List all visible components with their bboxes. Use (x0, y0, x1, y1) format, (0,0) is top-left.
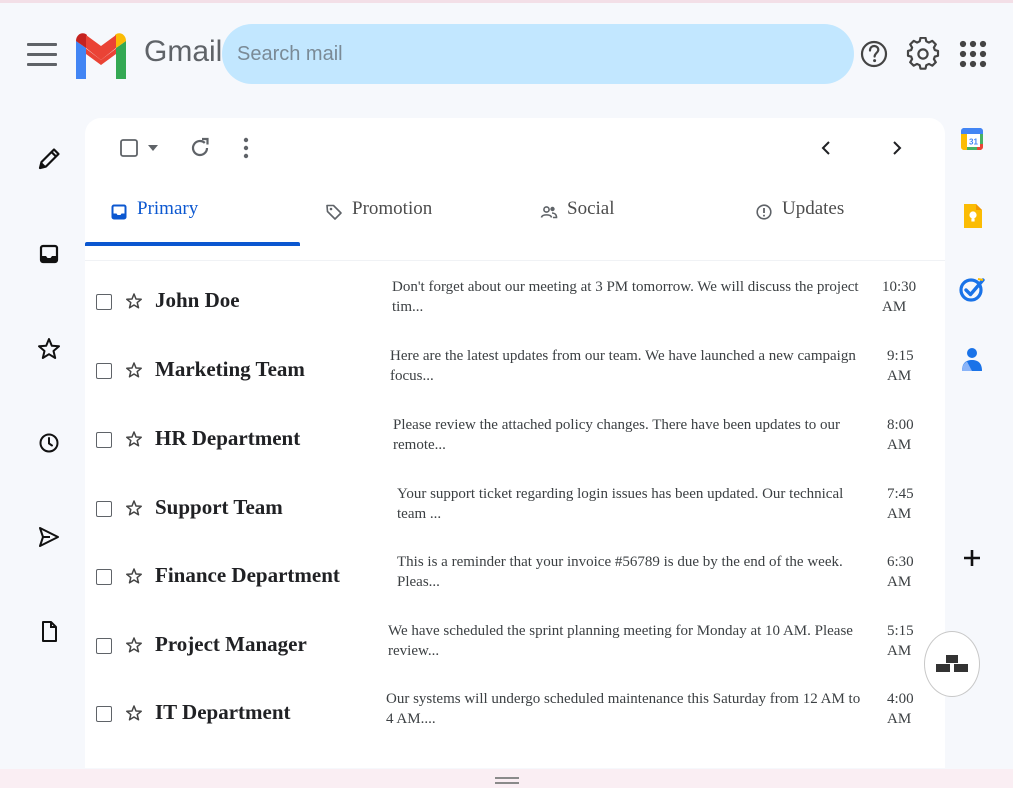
email-time: 9:15 AM (887, 348, 914, 384)
bottom-bar (0, 769, 1013, 788)
email-sender: IT Department (155, 700, 291, 724)
row-checkbox[interactable] (96, 706, 112, 722)
tab-label: Primary (137, 198, 199, 219)
email-snippet: This is a reminder that your invoice #56… (397, 554, 843, 590)
drag-handle-icon[interactable] (495, 777, 519, 787)
tab-label: Social (567, 198, 615, 219)
contacts-icon[interactable] (958, 345, 986, 373)
email-time: 7:45 AM (887, 486, 914, 522)
star-icon[interactable] (125, 361, 143, 379)
row-checkbox[interactable] (96, 501, 112, 517)
keep-icon[interactable] (958, 202, 986, 230)
email-snippet: Our systems will undergo scheduled maint… (386, 691, 861, 727)
email-snippet: Please review the attached policy change… (393, 417, 841, 453)
star-icon[interactable] (125, 704, 143, 722)
email-sender: Marketing Team (155, 357, 305, 381)
email-row[interactable]: Finance Department This is a reminder th… (85, 538, 945, 606)
email-sender: Project Manager (155, 632, 307, 656)
gmail-window: Gmail Search mail Primary Promotion Soci… (0, 0, 1013, 788)
tab-label: Updates (782, 198, 845, 219)
row-checkbox[interactable] (96, 432, 112, 448)
calendar-day: 31 (969, 138, 978, 147)
tasks-icon[interactable] (958, 275, 986, 303)
help-icon[interactable] (857, 37, 891, 71)
calendar-icon[interactable]: 31 (958, 125, 986, 153)
tabs-divider (85, 260, 945, 261)
people-icon (540, 206, 558, 219)
dropdown-caret-icon[interactable] (145, 140, 161, 156)
tag-icon (326, 204, 342, 220)
inbox-icon[interactable] (36, 241, 62, 267)
email-snippet: We have scheduled the sprint planning me… (388, 623, 853, 659)
row-checkbox[interactable] (96, 569, 112, 585)
email-row[interactable]: Support Team Your support ticket regardi… (85, 470, 945, 538)
email-snippet: Your support ticket regarding login issu… (397, 486, 844, 522)
chevron-right-icon[interactable] (889, 139, 905, 157)
menu-icon[interactable] (27, 43, 57, 67)
send-icon[interactable] (36, 524, 62, 550)
email-time: 4:00 AM (887, 691, 914, 727)
star-icon[interactable] (125, 499, 143, 517)
star-icon[interactable] (36, 336, 62, 362)
stairs-logo-icon (936, 655, 968, 672)
gear-icon[interactable] (906, 37, 940, 71)
star-icon[interactable] (125, 636, 143, 654)
clock-icon[interactable] (36, 430, 62, 456)
email-time: 10:30 AM (882, 279, 917, 315)
app-name: Gmail (144, 35, 223, 68)
email-snippet: Don't forget about our meeting at 3 PM t… (392, 279, 859, 315)
email-row[interactable]: HR Department Please review the attached… (85, 401, 945, 469)
row-checkbox[interactable] (96, 294, 112, 310)
active-tab-indicator (85, 242, 300, 246)
email-sender: Support Team (155, 495, 283, 519)
draft-icon[interactable] (36, 619, 62, 645)
email-row[interactable]: John Doe Don't forget about our meeting … (85, 263, 945, 331)
star-icon[interactable] (125, 292, 143, 310)
row-checkbox[interactable] (96, 638, 112, 654)
email-time: 6:30 AM (887, 554, 914, 590)
inbox-panel: Primary Promotion Social Updates John Do… (85, 118, 945, 768)
email-row[interactable]: IT Department Our systems will undergo s… (85, 675, 945, 743)
email-sender: Finance Department (155, 563, 340, 587)
refresh-icon[interactable] (188, 136, 212, 160)
email-snippet: Here are the latest updates from our tea… (390, 348, 856, 384)
star-icon[interactable] (125, 430, 143, 448)
search-input[interactable] (222, 24, 854, 84)
add-icon[interactable] (958, 544, 986, 572)
floating-action-button[interactable] (924, 631, 980, 697)
tab-label: Promotion (352, 198, 433, 219)
email-row[interactable]: Marketing Team Here are the latest updat… (85, 332, 945, 400)
gmail-logo[interactable] (72, 29, 130, 81)
row-checkbox[interactable] (96, 363, 112, 379)
more-vert-icon[interactable] (237, 136, 255, 160)
email-sender: John Doe (155, 288, 240, 312)
star-icon[interactable] (125, 567, 143, 585)
inbox-icon (111, 204, 127, 220)
info-icon (756, 204, 772, 220)
select-checkbox-icon[interactable] (119, 138, 139, 158)
chevron-left-icon[interactable] (818, 139, 834, 157)
email-time: 8:00 AM (887, 417, 914, 453)
email-sender: HR Department (155, 426, 301, 450)
email-row[interactable]: Project Manager We have scheduled the sp… (85, 607, 945, 675)
compose-pencil-icon[interactable] (36, 146, 62, 172)
apps-grid-icon[interactable] (956, 37, 990, 71)
